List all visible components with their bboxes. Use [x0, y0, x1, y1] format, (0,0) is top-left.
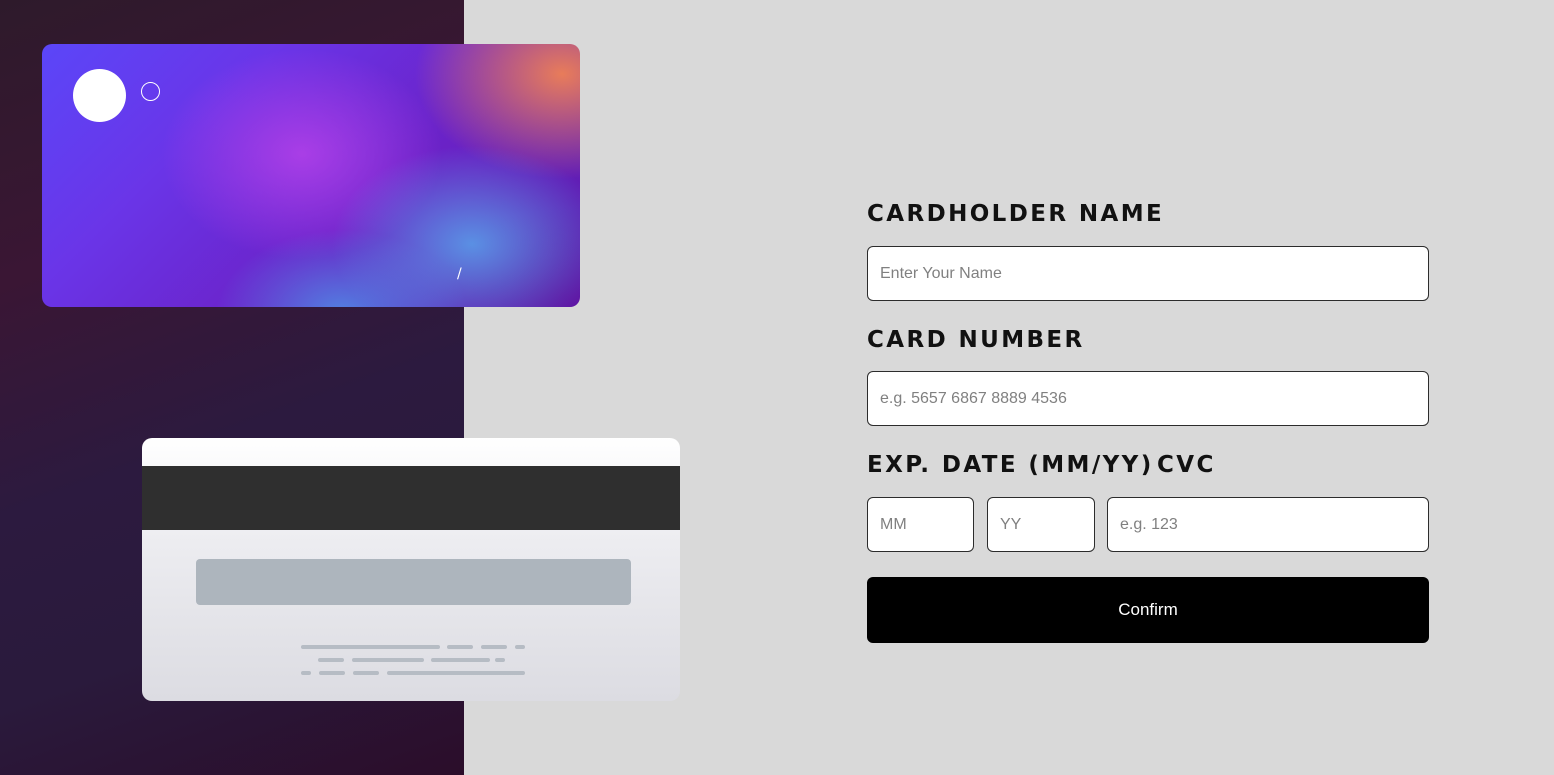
card-number-input[interactable] [867, 371, 1429, 426]
cardholder-name-input[interactable] [867, 246, 1429, 301]
confirm-button[interactable]: Confirm [867, 577, 1429, 643]
cvc-input[interactable] [1107, 497, 1429, 552]
card-back-fine-print [301, 645, 525, 675]
card-logo-circle-large [73, 69, 126, 122]
exp-date-label: EXP. DATE (MM/YY) [867, 452, 1154, 478]
cvc-label: CVC [1157, 452, 1216, 478]
card-front: / [42, 44, 580, 307]
card-number-label: CARD NUMBER [867, 327, 1085, 353]
card-logo-circle-small [141, 82, 160, 101]
cardholder-name-label: CARDHOLDER NAME [867, 201, 1165, 227]
card-back [142, 438, 680, 701]
exp-year-input[interactable] [987, 497, 1095, 552]
card-expiry-display: / [457, 266, 463, 282]
exp-month-input[interactable] [867, 497, 974, 552]
